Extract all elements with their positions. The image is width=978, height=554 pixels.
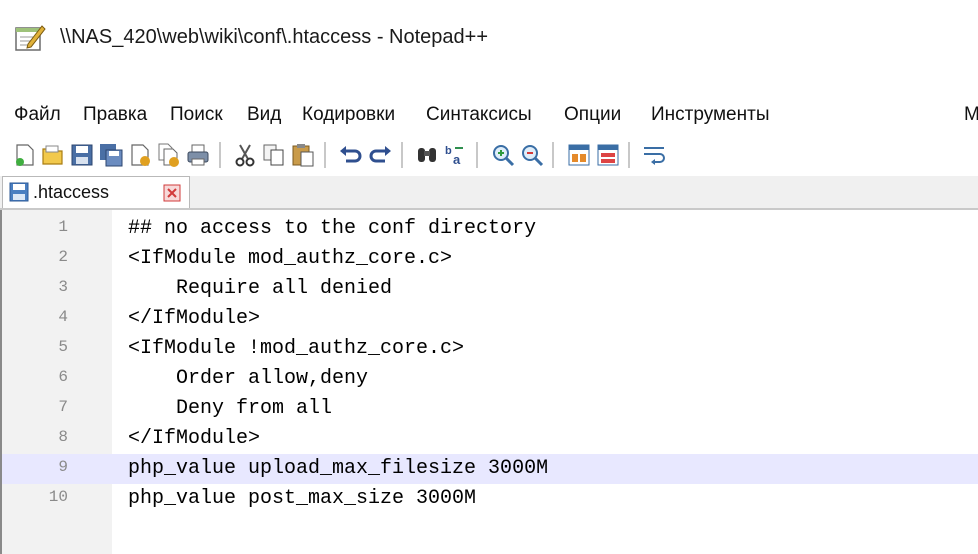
code-line[interactable]: 6 Order allow,deny	[2, 364, 978, 394]
toolbar-separator	[324, 142, 326, 168]
menu-language[interactable]: Синтаксисы	[426, 104, 532, 126]
window-title: \\NAS_420\web\wiki\conf\.htaccess - Note…	[60, 26, 489, 48]
line-number: 8	[58, 428, 68, 446]
line-text: php_value post_max_size 3000M	[128, 487, 477, 510]
code-line[interactable]: 1 ## no access to the conf directory	[2, 214, 978, 244]
copy-icon[interactable]	[261, 142, 287, 168]
line-number: 1	[58, 218, 68, 236]
svg-text:b: b	[445, 145, 452, 157]
sync-vertical-scroll-icon[interactable]	[566, 142, 592, 168]
menu-tools[interactable]: Инструменты	[651, 104, 769, 126]
print-icon[interactable]	[185, 142, 211, 168]
line-number: 2	[58, 248, 68, 266]
code-line[interactable]: 8 </IfModule>	[2, 424, 978, 454]
word-wrap-icon[interactable]	[641, 142, 667, 168]
code-line[interactable]: 10 php_value post_max_size 3000M	[2, 484, 978, 514]
menu-view[interactable]: Вид	[247, 104, 281, 126]
zoom-out-icon[interactable]	[519, 142, 545, 168]
code-line-current[interactable]: 9 php_value upload_max_filesize 3000M	[2, 454, 978, 484]
open-file-icon[interactable]	[40, 142, 66, 168]
menu-bar: Файл Правка Поиск Вид Кодировки Синтакси…	[0, 104, 978, 134]
line-number: 5	[58, 338, 68, 356]
notepad-app-icon	[15, 25, 46, 51]
toolbar: b a	[0, 134, 978, 176]
title-bar: \\NAS_420\web\wiki\conf\.htaccess - Note…	[0, 0, 978, 78]
sync-horizontal-scroll-icon[interactable]	[595, 142, 621, 168]
line-text: Deny from all	[128, 397, 333, 420]
close-tab-icon[interactable]	[163, 184, 181, 202]
line-number: 4	[58, 308, 68, 326]
toolbar-separator	[219, 142, 221, 168]
tab-strip: .htaccess	[0, 176, 978, 210]
menu-search[interactable]: Поиск	[170, 104, 223, 126]
line-text: Order allow,deny	[128, 367, 369, 390]
toolbar-separator	[476, 142, 478, 168]
code-line[interactable]: 5 <IfModule !mod_authz_core.c>	[2, 334, 978, 364]
menu-settings[interactable]: Опции	[564, 104, 621, 126]
menu-encoding[interactable]: Кодировки	[302, 104, 395, 126]
line-number: 3	[58, 278, 68, 296]
svg-text:a: a	[453, 152, 461, 167]
code-line[interactable]: 2 <IfModule mod_authz_core.c>	[2, 244, 978, 274]
line-number: 7	[58, 398, 68, 416]
new-file-icon[interactable]	[12, 142, 38, 168]
line-text: Require all denied	[128, 277, 393, 300]
zoom-in-icon[interactable]	[490, 142, 516, 168]
saved-file-icon	[9, 182, 29, 202]
close-all-icon[interactable]	[156, 142, 182, 168]
toolbar-separator	[401, 142, 403, 168]
menu-file[interactable]: Файл	[14, 104, 61, 126]
cut-icon[interactable]	[232, 142, 258, 168]
save-icon[interactable]	[69, 142, 95, 168]
line-text: </IfModule>	[128, 427, 261, 450]
close-file-icon[interactable]	[127, 142, 153, 168]
line-number: 10	[48, 488, 68, 506]
save-all-icon[interactable]	[98, 142, 124, 168]
editor-area[interactable]: 1 ## no access to the conf directory 2 <…	[0, 210, 978, 554]
tab-label: .htaccess	[33, 182, 110, 202]
line-text: </IfModule>	[128, 307, 261, 330]
redo-icon[interactable]	[367, 142, 393, 168]
menu-edit[interactable]: Правка	[83, 104, 147, 126]
line-text: <IfModule mod_authz_core.c>	[128, 247, 453, 270]
replace-icon[interactable]: b a	[443, 142, 469, 168]
toolbar-separator	[628, 142, 630, 168]
menu-more[interactable]: М	[964, 104, 978, 126]
code-line[interactable]: 7 Deny from all	[2, 394, 978, 424]
find-icon[interactable]	[414, 142, 440, 168]
paste-icon[interactable]	[290, 142, 316, 168]
line-text: ## no access to the conf directory	[128, 217, 537, 240]
line-text: php_value upload_max_filesize 3000M	[128, 457, 549, 480]
toolbar-separator	[552, 142, 554, 168]
line-number: 9	[58, 458, 68, 476]
line-text: <IfModule !mod_authz_core.c>	[128, 337, 465, 360]
undo-icon[interactable]	[338, 142, 364, 168]
tab-htaccess[interactable]: .htaccess	[2, 176, 190, 208]
code-line[interactable]: 4 </IfModule>	[2, 304, 978, 334]
line-number: 6	[58, 368, 68, 386]
code-line[interactable]: 3 Require all denied	[2, 274, 978, 304]
